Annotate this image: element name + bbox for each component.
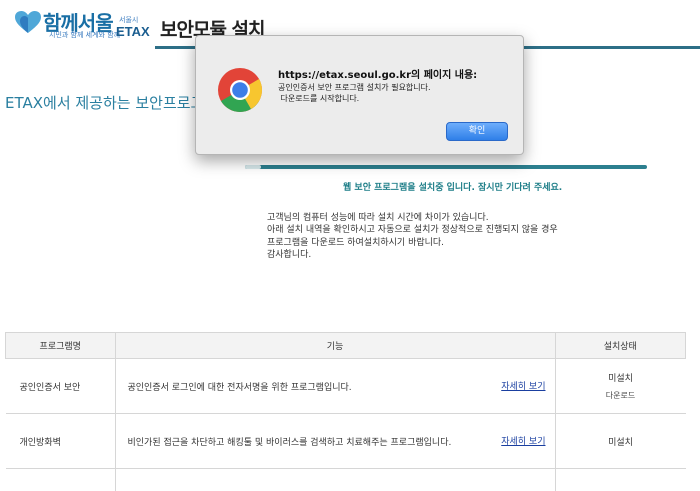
hamkke-seoul-logo[interactable]: 함께서울 시민과 함께 세계와 함께 서울시 ETAX — [15, 9, 150, 43]
column-header-status: 설치상태 — [555, 333, 686, 359]
install-status-message: 웹 보안 프로그램을 설치중 입니다. 잠시만 기다려 주세요. — [343, 180, 562, 193]
program-name: 공인인증서 보안 — [6, 359, 116, 414]
notice-line: 아래 설치 내역을 확인하시고 자동으로 설치가 정상적으로 진행되지 않을 경… — [267, 224, 558, 236]
intro-heading: ETAX에서 제공하는 보안프로그램 — [5, 92, 218, 113]
dialog-title: https://etax.seoul.go.kr의 페이지 내용: — [278, 66, 477, 81]
table-row: 공인인증서 보안 공인인증서 로그인에 대한 전자서명을 위한 프로그램입니다.… — [6, 359, 686, 414]
dialog-message-line: 다운로드를 시작합니다. — [278, 93, 431, 104]
detail-link[interactable]: 자세히 보기 — [501, 379, 545, 392]
install-progress-fill — [245, 165, 261, 169]
install-status: 미설치 — [557, 435, 685, 448]
program-table: 프로그램명 기능 설치상태 공인인증서 보안 공인인증서 로그인에 대한 전자서… — [5, 332, 686, 491]
program-function-cell: 공인인증서 로그인에 대한 전자서명을 위한 프로그램입니다. 자세히 보기 — [115, 359, 555, 414]
notice-line: 감사합니다. — [267, 249, 558, 261]
program-function: 공인인증서 로그인에 대한 전자서명을 위한 프로그램입니다. — [128, 383, 352, 393]
install-status: 미설치 — [557, 371, 685, 384]
program-name: 개인방화벽 — [6, 414, 116, 469]
ok-button[interactable]: 확인 — [446, 122, 508, 141]
install-status-cell: 미설치 — [555, 414, 686, 469]
detail-link[interactable]: 자세히 보기 — [501, 434, 545, 447]
program-function: 비인가된 접근을 차단하고 해킹툴 및 바이러스를 검색하고 치료해주는 프로그… — [128, 438, 452, 448]
install-status-cell: 미설치 다운로드 — [555, 359, 686, 414]
install-notice: 고객님의 컴퓨터 성능에 따라 설치 시간에 차이가 있습니다. 아래 설치 내… — [267, 212, 558, 261]
table-header-row: 프로그램명 기능 설치상태 — [6, 333, 686, 359]
notice-line: 프로그램을 다운로드 하여설치하시기 바랍니다. — [267, 237, 558, 249]
notice-line: 고객님의 컴퓨터 성능에 따라 설치 시간에 차이가 있습니다. — [267, 212, 558, 224]
alert-dialog: https://etax.seoul.go.kr의 페이지 내용: 공인인증서 … — [195, 35, 524, 155]
chrome-icon — [217, 67, 263, 113]
logo-slogan: 시민과 함께 세계와 함께 — [49, 30, 120, 40]
install-progress-bar — [245, 165, 647, 169]
download-link[interactable]: 다운로드 — [557, 390, 685, 401]
column-header-program: 프로그램명 — [6, 333, 116, 359]
dialog-message-line: 공인인증서 보안 프로그램 설치가 필요합니다. — [278, 82, 431, 93]
program-function-cell: 비인가된 접근을 차단하고 해킹툴 및 바이러스를 검색하고 치료해주는 프로그… — [115, 414, 555, 469]
dialog-message: 공인인증서 보안 프로그램 설치가 필요합니다. 다운로드를 시작합니다. — [278, 82, 431, 104]
heart-logo-icon — [15, 11, 41, 35]
table-row: 개인방화벽 비인가된 접근을 차단하고 해킹툴 및 바이러스를 검색하고 치료해… — [6, 414, 686, 469]
column-header-function: 기능 — [115, 333, 555, 359]
logo-etax: ETAX — [116, 24, 150, 39]
